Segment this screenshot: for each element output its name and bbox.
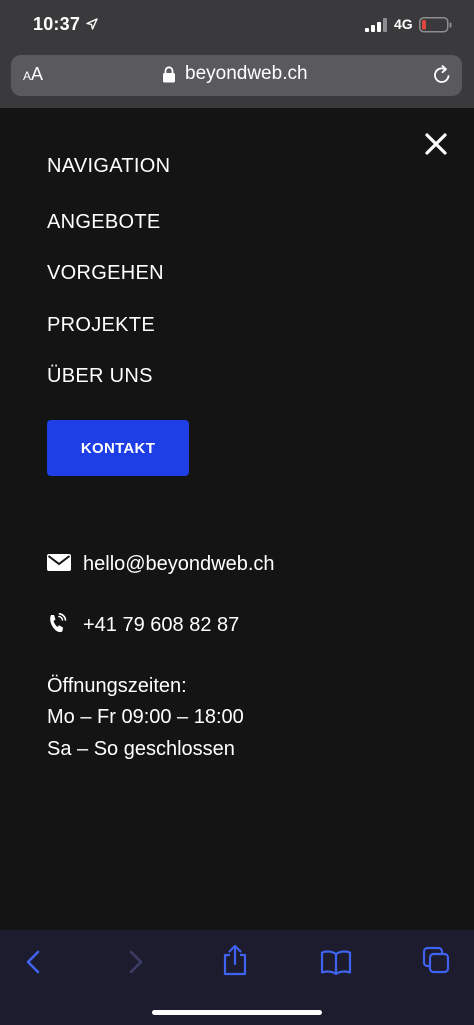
hours-weekend: Sa – So geschlossen bbox=[47, 738, 235, 760]
status-time: 10:37 bbox=[33, 14, 81, 34]
chevron-left-icon[interactable] bbox=[24, 950, 44, 974]
hours-title: Öffnungszeiten: bbox=[47, 675, 187, 697]
phone-icon bbox=[50, 613, 67, 633]
book-icon[interactable] bbox=[320, 949, 352, 975]
menu-item-angebote[interactable]: ANGEBOTE bbox=[47, 211, 161, 234]
text-size-button[interactable]: AA bbox=[23, 64, 43, 85]
share-icon[interactable] bbox=[222, 944, 248, 976]
signal-icon bbox=[365, 18, 387, 32]
browser-top-chrome: 10:37 4G AA beyondweb.ch bbox=[0, 0, 474, 108]
tabs-icon[interactable] bbox=[422, 946, 450, 974]
menu-item-projekte[interactable]: PROJEKTE bbox=[47, 314, 155, 337]
menu-title: NAVIGATION bbox=[47, 155, 171, 177]
close-icon[interactable] bbox=[423, 131, 449, 157]
lock-icon bbox=[163, 66, 175, 83]
hours-weekday: Mo – Fr 09:00 – 18:00 bbox=[47, 706, 244, 728]
address-bar[interactable]: AA beyondweb.ch bbox=[11, 55, 462, 96]
network-type: 4G bbox=[394, 16, 413, 32]
envelope-icon bbox=[47, 554, 71, 571]
url-text: beyondweb.ch bbox=[185, 63, 308, 84]
chevron-right-icon[interactable] bbox=[125, 950, 145, 974]
contact-email[interactable]: hello@beyondweb.ch bbox=[83, 553, 275, 576]
reload-icon[interactable] bbox=[431, 64, 453, 86]
menu-item-ueber-uns[interactable]: ÜBER UNS bbox=[47, 365, 153, 388]
location-arrow-icon bbox=[86, 18, 98, 30]
contact-phone[interactable]: +41 79 608 82 87 bbox=[83, 614, 239, 637]
menu-item-vorgehen[interactable]: VORGEHEN bbox=[47, 262, 164, 285]
battery-icon bbox=[419, 17, 452, 33]
kontakt-button[interactable]: KONTAKT bbox=[47, 420, 189, 476]
home-indicator bbox=[152, 1010, 322, 1015]
